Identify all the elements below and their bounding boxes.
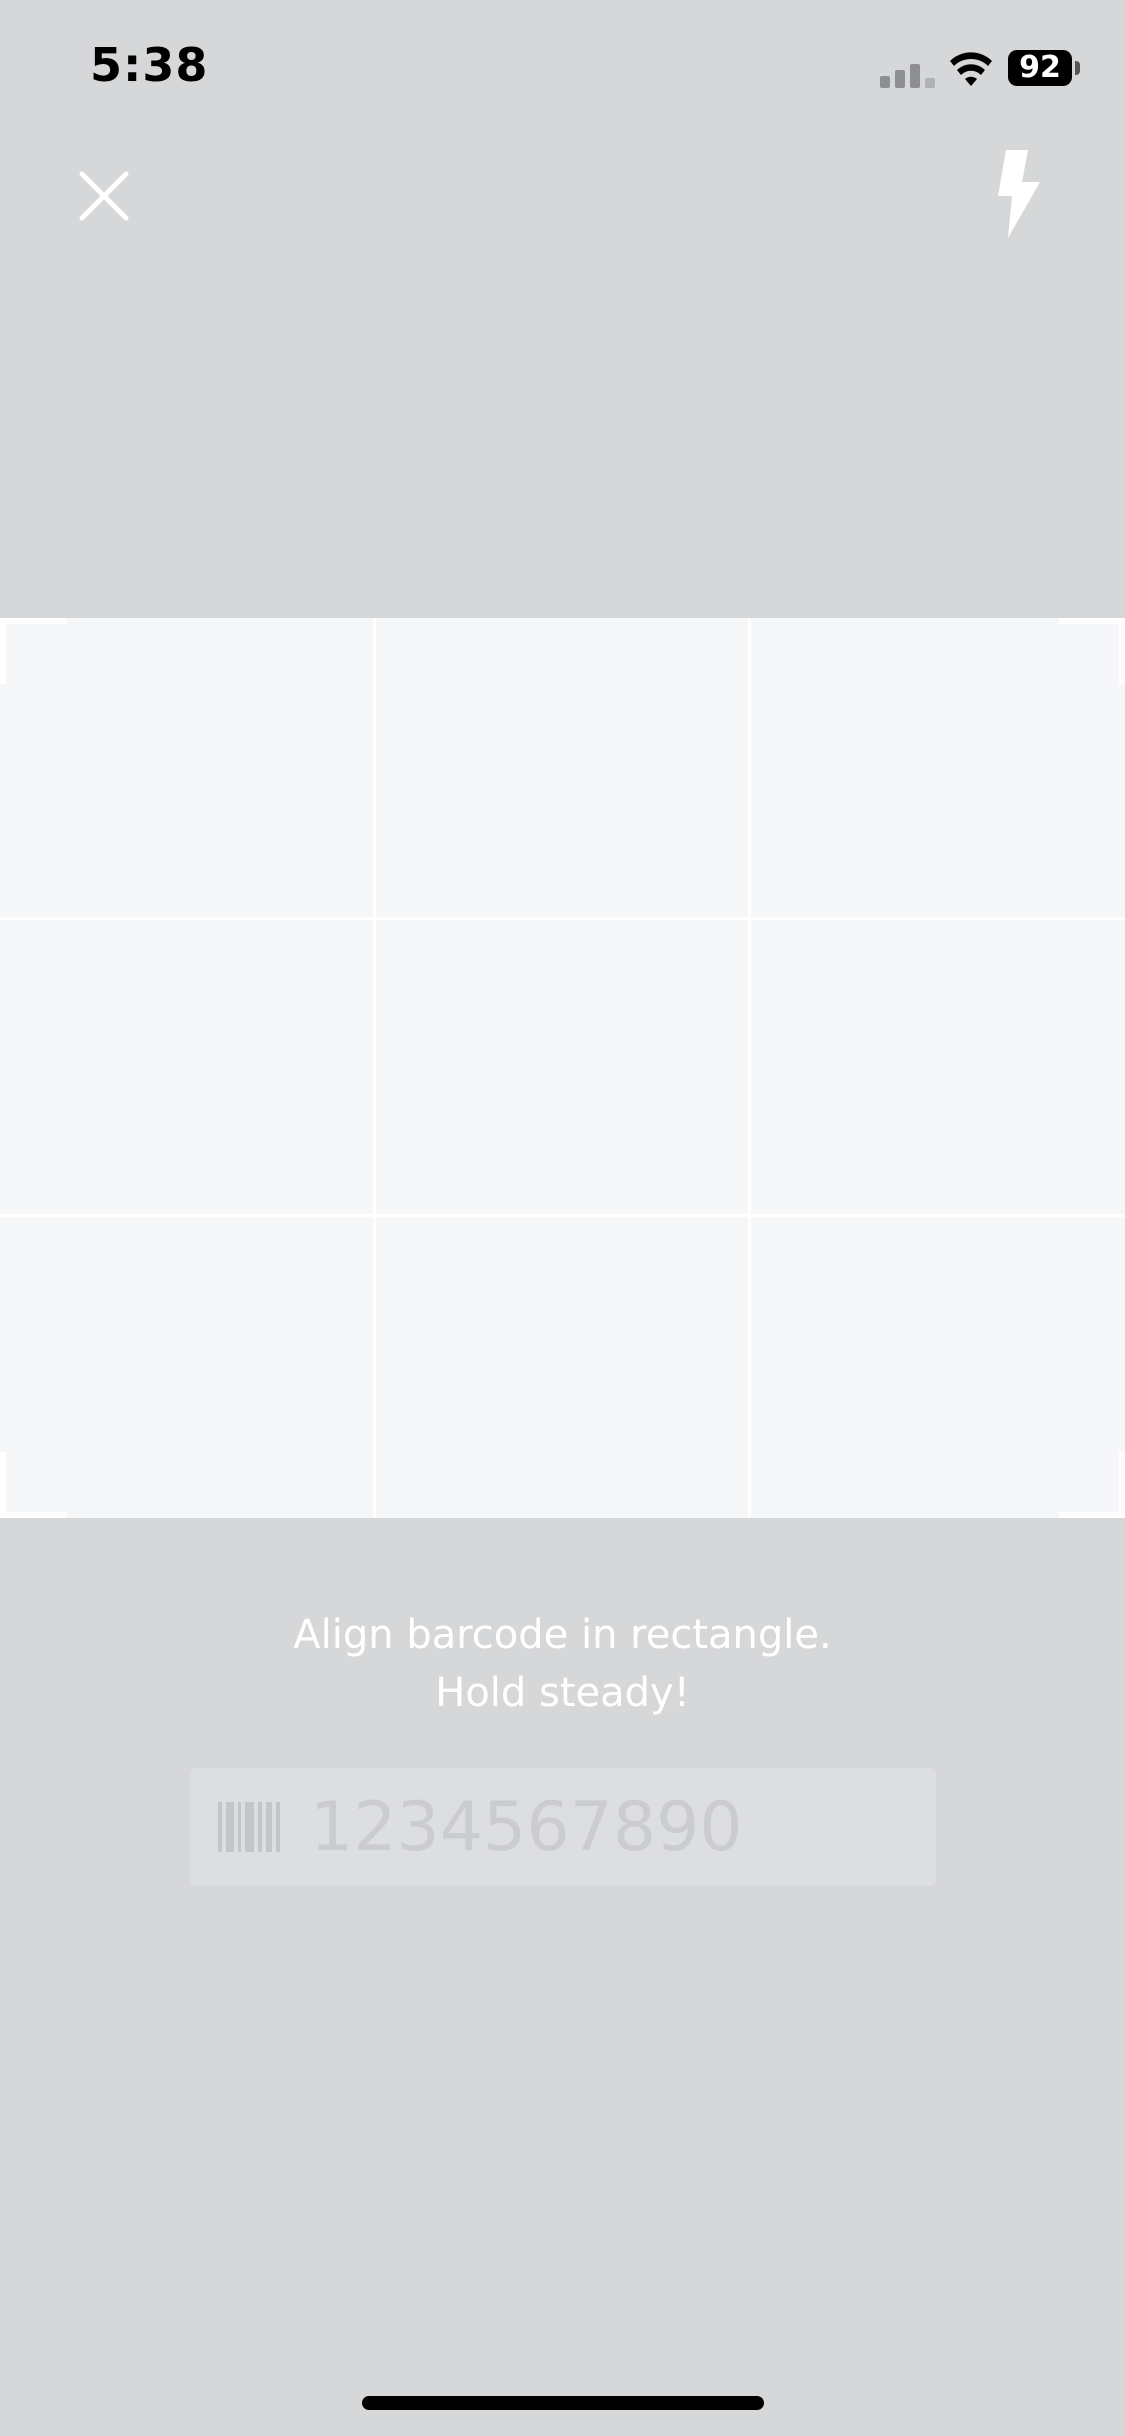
- viewfinder-corner-bottom-right: [1059, 1452, 1125, 1518]
- instruction-line-1: Align barcode in rectangle.: [293, 1612, 832, 1658]
- flash-button[interactable]: [978, 146, 1060, 242]
- scan-instructions: Align barcode in rectangle. Hold steady!: [0, 1606, 1125, 1722]
- close-button[interactable]: [66, 158, 142, 234]
- scan-viewfinder: [0, 618, 1125, 1518]
- grid-line-vertical: [373, 618, 376, 1518]
- grid-line-horizontal: [0, 1214, 1125, 1217]
- viewfinder-corner-top-right: [1059, 618, 1125, 684]
- grid-line-horizontal: [0, 917, 1125, 920]
- status-time: 5:38: [90, 38, 209, 92]
- battery-nub: [1075, 61, 1080, 75]
- viewfinder-corner-bottom-left: [0, 1452, 66, 1518]
- close-icon: [79, 171, 129, 221]
- instruction-line-2: Hold steady!: [435, 1670, 690, 1716]
- battery-level: 92: [1008, 50, 1072, 86]
- wifi-icon: [950, 52, 992, 86]
- battery-indicator: 92: [1008, 50, 1080, 86]
- flash-icon: [998, 150, 1040, 238]
- grid-line-vertical: [748, 618, 751, 1518]
- cellular-signal-icon: [880, 64, 935, 88]
- barcode-number-input[interactable]: [310, 1782, 910, 1872]
- manual-barcode-entry[interactable]: [190, 1768, 936, 1886]
- barcode-icon: [218, 1802, 280, 1852]
- viewfinder-corner-top-left: [0, 618, 66, 684]
- home-indicator[interactable]: [362, 2396, 764, 2410]
- status-bar: 5:38 92: [0, 0, 1125, 140]
